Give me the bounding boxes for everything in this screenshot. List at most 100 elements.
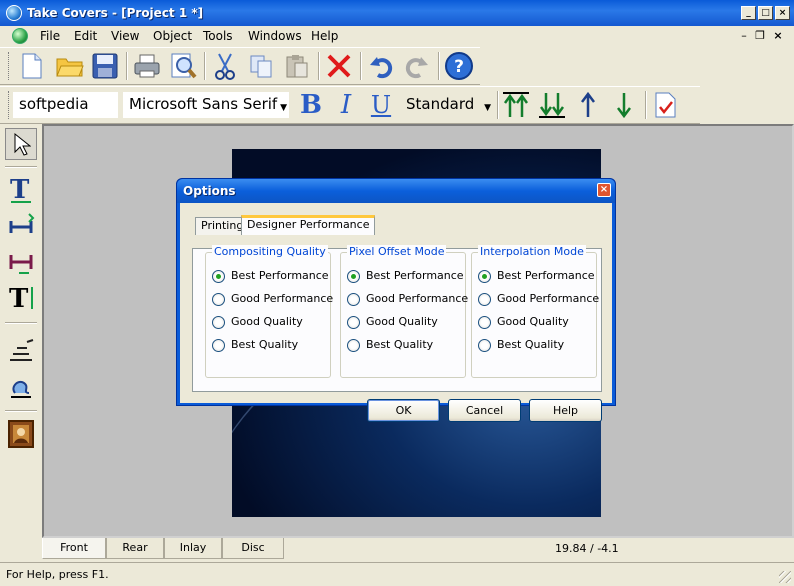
mdi-minimize-button[interactable]: – <box>737 29 751 43</box>
radio-option[interactable]: Good Performance <box>347 292 469 306</box>
menu-object[interactable]: Object <box>153 28 192 44</box>
separator <box>5 166 37 168</box>
paste-icon[interactable] <box>282 50 312 82</box>
radio-option[interactable]: Good Quality <box>347 315 467 329</box>
separator <box>5 410 37 412</box>
mdi-restore-button[interactable]: ❐ <box>753 29 767 43</box>
text-input[interactable]: softpedia <box>13 92 118 118</box>
toolbar-grip[interactable] <box>8 91 11 119</box>
text-style-combo[interactable]: Standard ▼ <box>400 92 493 118</box>
dialog-close-button[interactable]: × <box>597 183 611 197</box>
tab-designer-performance[interactable]: Designer Performance <box>241 215 376 235</box>
cut-icon[interactable] <box>210 50 240 82</box>
radio-icon[interactable] <box>347 293 360 306</box>
tab-front[interactable]: Front <box>42 538 106 559</box>
maximize-button[interactable]: □ <box>758 6 773 20</box>
minimize-button[interactable]: _ <box>741 6 756 20</box>
dialog-title-bar: Options × <box>177 179 615 203</box>
bring-forward-icon[interactable] <box>573 89 603 121</box>
radio-selected-icon[interactable] <box>478 270 491 283</box>
radio-option[interactable]: Best Performance <box>212 269 332 283</box>
options-dialog: Options × Printing Designer Performance … <box>176 178 616 422</box>
ok-button[interactable]: OK <box>367 399 440 422</box>
tab-disc[interactable]: Disc <box>222 538 284 559</box>
tab-inlay[interactable]: Inlay <box>164 538 222 559</box>
radio-option[interactable]: Best Quality <box>347 338 467 352</box>
separator <box>645 91 647 119</box>
radio-option[interactable]: Best Performance <box>478 269 598 283</box>
shape-tool-icon[interactable] <box>5 370 37 402</box>
group-label: Compositing Quality <box>212 245 328 258</box>
print-icon[interactable] <box>132 50 162 82</box>
dropdown-arrow-icon[interactable]: ▼ <box>484 96 491 120</box>
send-backward-icon[interactable] <box>609 89 639 121</box>
menu-tools[interactable]: Tools <box>203 28 233 44</box>
send-to-bottom-icon[interactable] <box>537 89 567 121</box>
close-button[interactable]: × <box>775 6 790 20</box>
image-tool-icon[interactable] <box>5 418 37 450</box>
radio-icon[interactable] <box>212 316 225 329</box>
toolbar-grip[interactable] <box>8 52 11 80</box>
help-icon[interactable]: ? <box>444 50 474 82</box>
horizontal-text-tool-icon[interactable] <box>5 210 37 242</box>
text-tool-icon[interactable]: T <box>5 174 37 206</box>
menu-windows[interactable]: Windows <box>248 28 302 44</box>
svg-text:?: ? <box>454 57 464 77</box>
radio-option[interactable]: Good Performance <box>212 292 333 306</box>
delete-icon[interactable] <box>324 50 354 82</box>
help-button[interactable]: Help <box>529 399 602 422</box>
svg-text:T: T <box>9 284 29 313</box>
copy-icon[interactable] <box>246 50 276 82</box>
radio-option[interactable]: Best Quality <box>212 338 332 352</box>
menu-view[interactable]: View <box>111 28 139 44</box>
save-icon[interactable] <box>90 50 120 82</box>
group-label: Interpolation Mode <box>478 245 586 258</box>
radio-selected-icon[interactable] <box>212 270 225 283</box>
select-pointer-icon[interactable] <box>5 128 37 160</box>
document-icon[interactable] <box>12 28 28 44</box>
radio-icon[interactable] <box>478 293 491 306</box>
radio-icon[interactable] <box>347 316 360 329</box>
radio-option[interactable]: Good Quality <box>478 315 598 329</box>
resize-grip-icon[interactable] <box>779 571 791 583</box>
italic-button[interactable]: I <box>331 89 361 121</box>
radio-icon[interactable] <box>478 339 491 352</box>
font-family-combo[interactable]: Microsoft Sans Serif ▼ <box>123 92 289 118</box>
radio-option[interactable]: Good Performance <box>478 292 599 306</box>
tab-rear[interactable]: Rear <box>106 538 164 559</box>
print-preview-icon[interactable] <box>168 50 198 82</box>
radio-icon[interactable] <box>478 316 491 329</box>
radio-selected-icon[interactable] <box>347 270 360 283</box>
menu-file[interactable]: File <box>40 28 60 44</box>
bold-button[interactable]: B <box>296 89 326 121</box>
vertical-text-tool-icon[interactable] <box>5 246 37 278</box>
radio-icon[interactable] <box>212 339 225 352</box>
radio-option[interactable]: Best Quality <box>478 338 598 352</box>
underline-button[interactable]: U <box>366 89 396 121</box>
mdi-close-button[interactable]: × <box>771 29 785 43</box>
dropdown-arrow-icon[interactable]: ▼ <box>280 96 287 120</box>
bring-to-top-icon[interactable] <box>501 89 531 121</box>
separator <box>126 52 128 80</box>
standard-toolbar: ? <box>0 47 480 85</box>
new-icon[interactable] <box>17 50 47 82</box>
cancel-button[interactable]: Cancel <box>448 399 521 422</box>
radio-icon[interactable] <box>212 293 225 306</box>
app-icon[interactable] <box>6 5 22 21</box>
menu-help[interactable]: Help <box>311 28 338 44</box>
cover-tabs: Front Rear Inlay Disc <box>42 538 794 560</box>
separator <box>360 52 362 80</box>
undo-icon[interactable] <box>366 50 396 82</box>
pixel-offset-mode-group: Pixel Offset Mode Best Performance Good … <box>340 245 469 378</box>
separator <box>497 91 499 119</box>
check-document-icon[interactable] <box>651 89 681 121</box>
open-folder-icon[interactable] <box>55 50 85 82</box>
redo-icon[interactable] <box>402 50 432 82</box>
text-frame-tool-icon[interactable]: T <box>5 282 37 314</box>
radio-option[interactable]: Good Quality <box>212 315 332 329</box>
radio-label: Good Performance <box>366 292 469 305</box>
radio-option[interactable]: Best Performance <box>347 269 467 283</box>
line-tool-icon[interactable] <box>5 334 37 366</box>
menu-edit[interactable]: Edit <box>74 28 97 44</box>
radio-icon[interactable] <box>347 339 360 352</box>
